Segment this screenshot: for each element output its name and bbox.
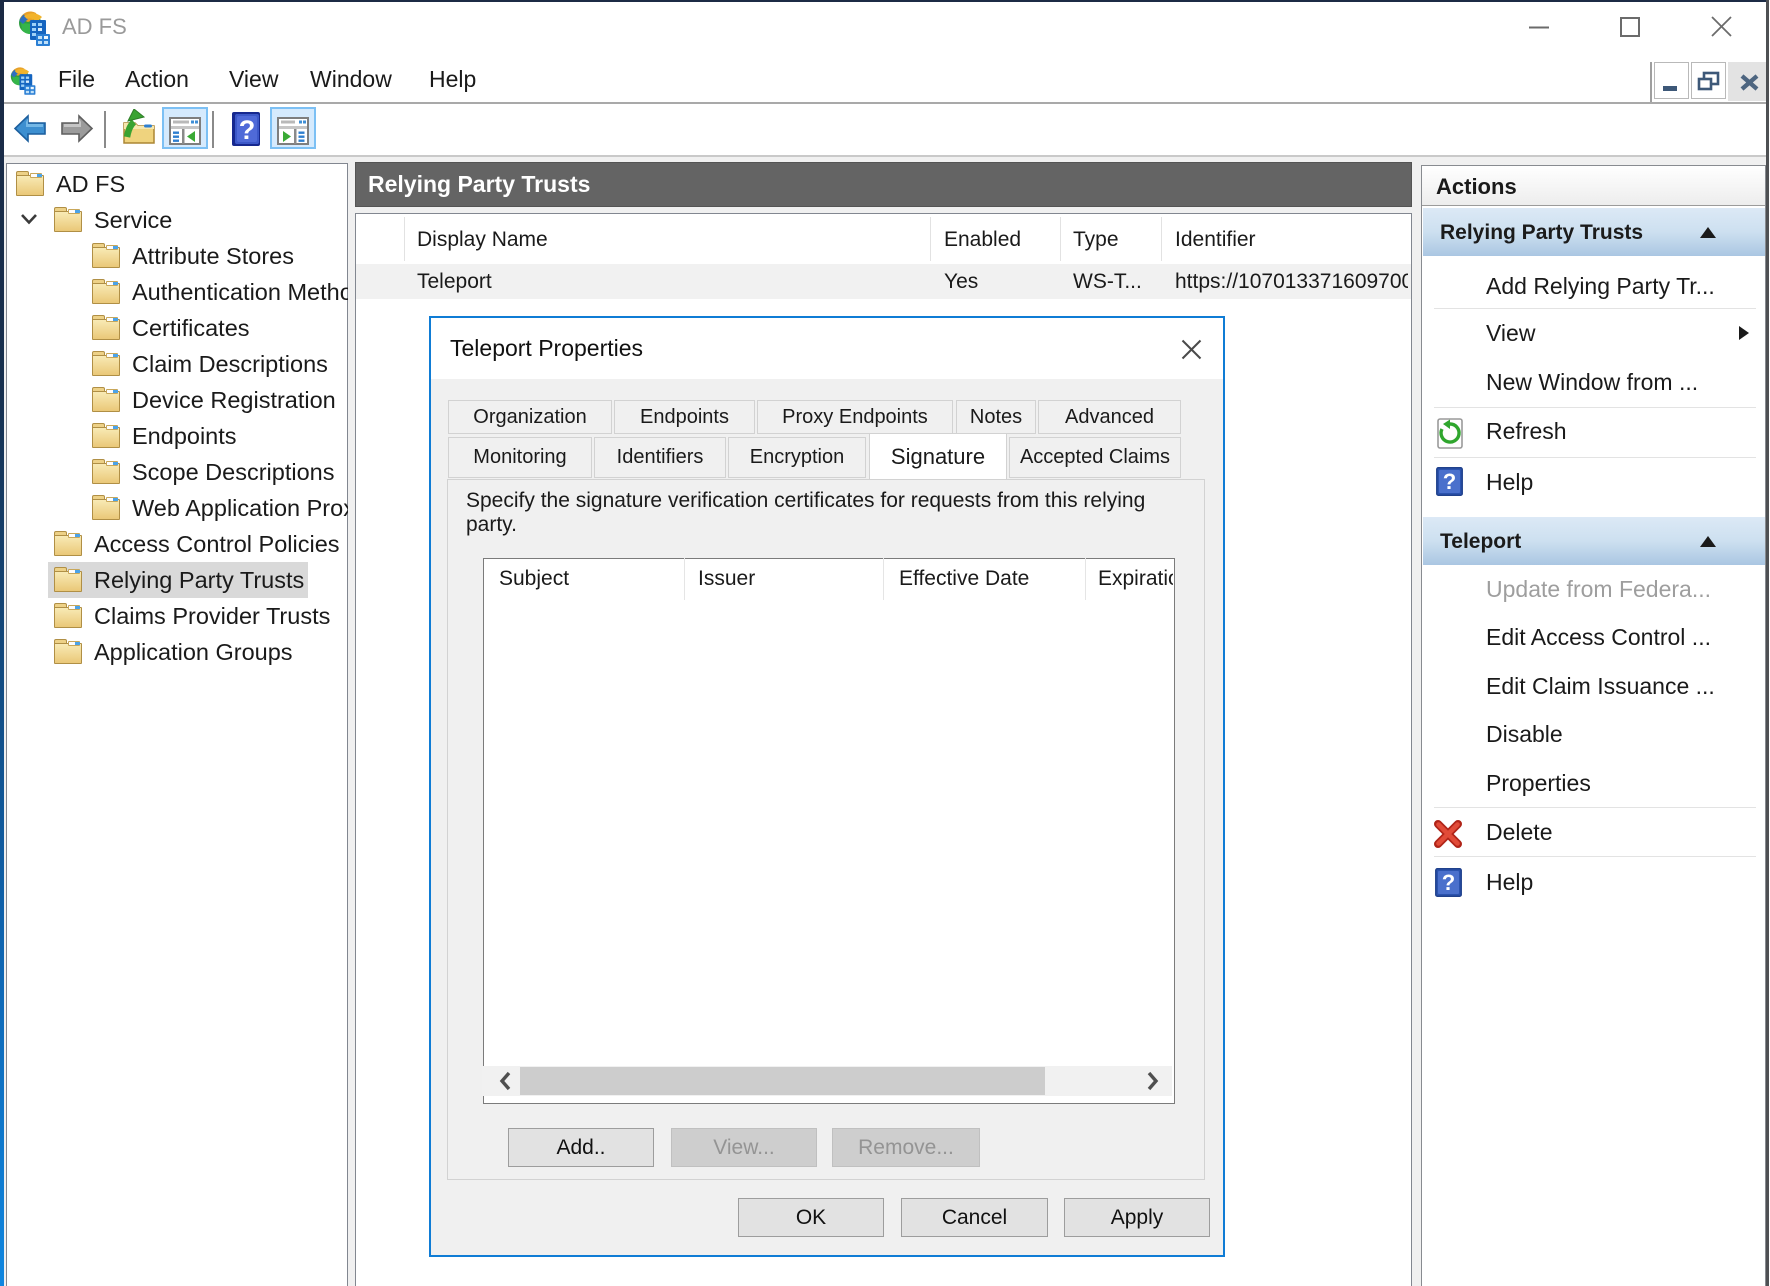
svg-text:?: ?	[239, 115, 256, 145]
svg-text:?: ?	[1442, 870, 1455, 895]
svg-text:?: ?	[1443, 469, 1456, 494]
